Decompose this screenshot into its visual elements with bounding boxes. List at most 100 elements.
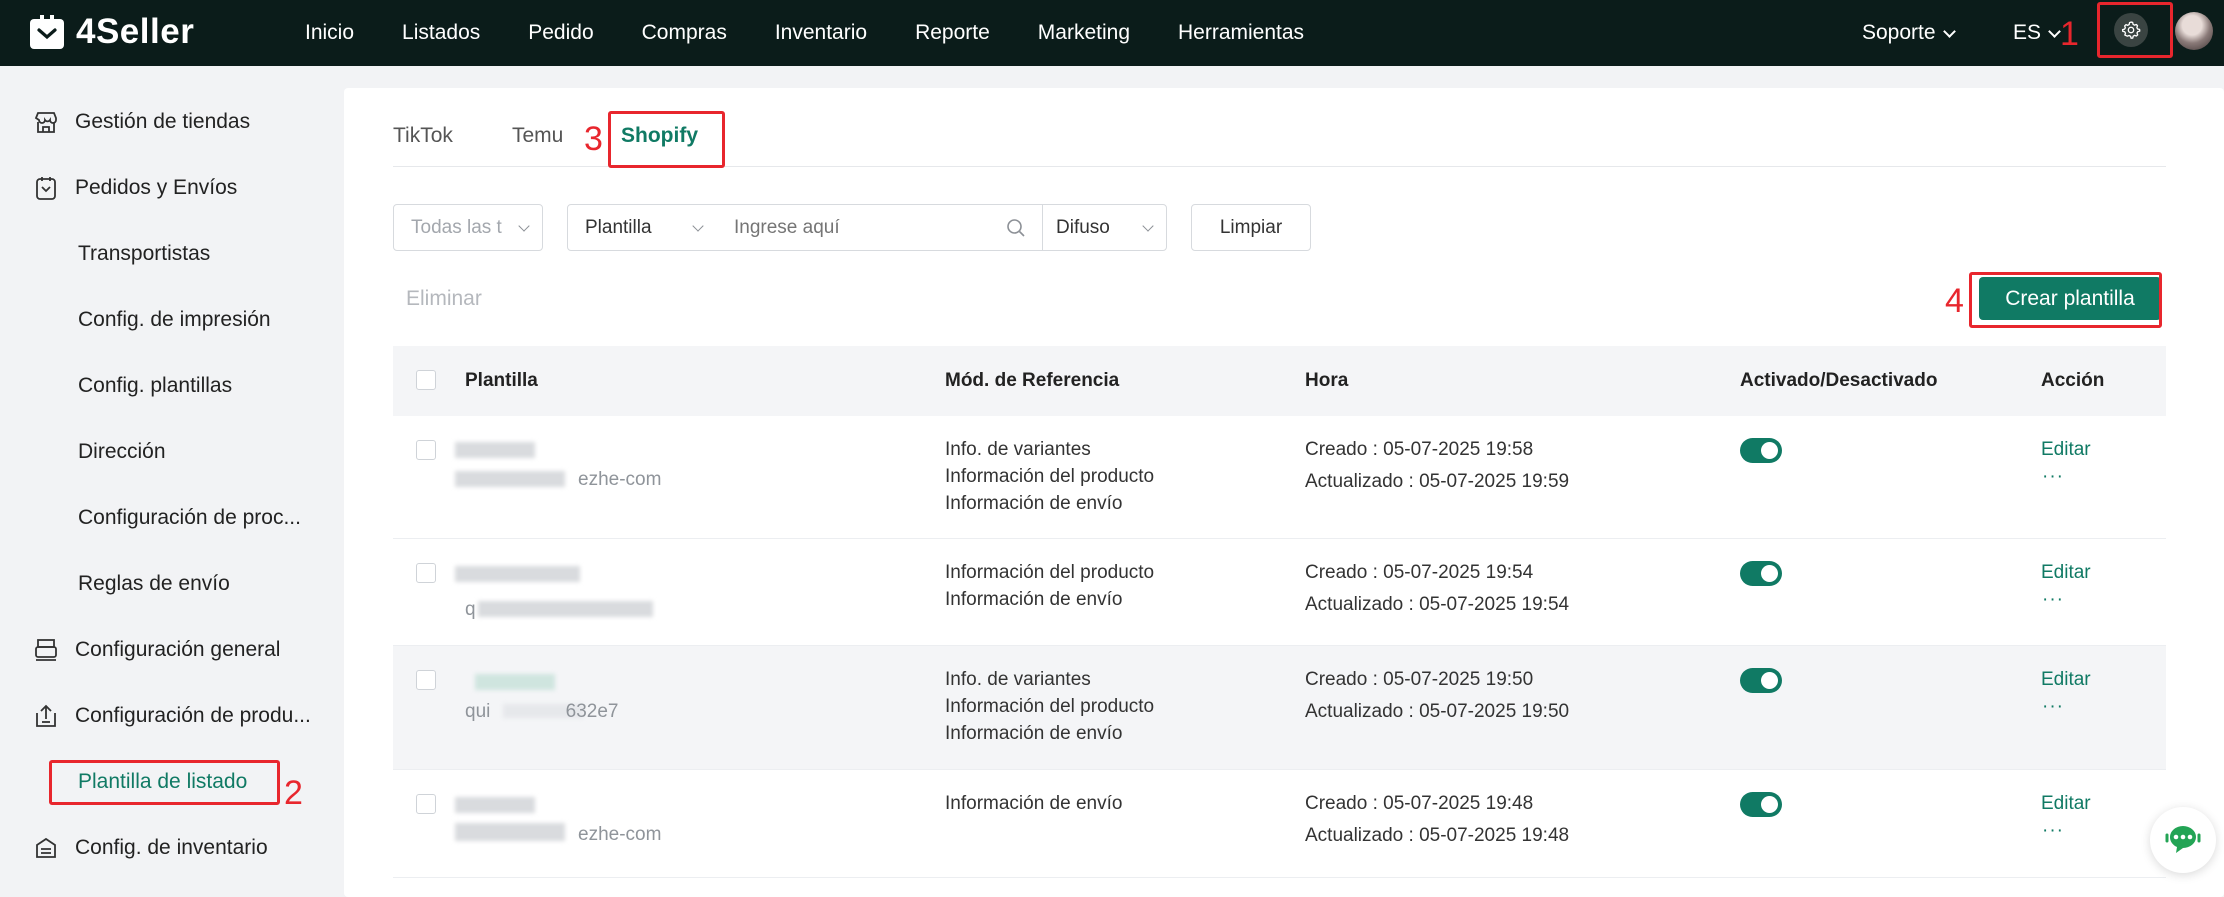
edit-link[interactable]: Editar (2041, 439, 2091, 461)
row-checkbox[interactable] (416, 440, 436, 460)
chevron-down-icon (1942, 24, 1956, 38)
sidebar-item-config-inventario[interactable]: Config. de inventario (0, 828, 268, 868)
search-box (716, 204, 1043, 251)
column-header-time: Hora (1305, 370, 1349, 391)
sidebar-item-label: Plantilla de listado (78, 770, 248, 793)
enabled-toggle[interactable] (1740, 561, 1782, 586)
more-actions-button[interactable]: ··· (2042, 820, 2064, 842)
sidebar-item-config-impresion[interactable]: Config. de impresión (0, 300, 271, 340)
sidebar-item-label: Transportistas (78, 242, 211, 265)
enabled-toggle[interactable] (1740, 668, 1782, 693)
module-item: Información del producto (945, 562, 1155, 583)
search-icon[interactable] (1006, 218, 1026, 238)
module-item: Información de envío (945, 493, 1123, 514)
support-label: Soporte (1862, 21, 1936, 44)
nav-item-marketing[interactable]: Marketing (1038, 21, 1130, 45)
enabled-toggle[interactable] (1740, 438, 1782, 463)
settings-button[interactable] (2114, 13, 2148, 47)
annotation-number-4: 4 (1945, 282, 1964, 320)
sidebar-item-plantilla-listado[interactable]: Plantilla de listado (0, 762, 247, 802)
updated-time: Actualizado : 05-07-2025 19:59 (1305, 471, 1570, 492)
sidebar-item-label: Configuración general (75, 638, 281, 661)
clear-filters-button[interactable]: Limpiar (1191, 204, 1311, 251)
sidebar-item-config-general[interactable]: Configuración general (0, 630, 280, 670)
sidebar-item-config-plantillas[interactable]: Config. plantillas (0, 366, 232, 406)
nav-item-inventario[interactable]: Inventario (775, 21, 867, 45)
chat-support-button[interactable] (2150, 807, 2216, 873)
module-item: Info. de variantes (945, 669, 1091, 690)
nav-item-reporte[interactable]: Reporte (915, 21, 990, 45)
created-time: Creado : 05-07-2025 19:48 (1305, 793, 1534, 814)
store-icon (34, 112, 57, 133)
search-field-select[interactable]: Plantilla (567, 204, 717, 251)
sidebar-item-label: Gestión de tiendas (75, 110, 251, 133)
table-row: qui 632e7 Info. de variantes Información… (393, 646, 2166, 770)
enabled-toggle[interactable] (1740, 792, 1782, 817)
row-checkbox[interactable] (416, 670, 436, 690)
chevron-down-icon (518, 219, 530, 232)
language-menu[interactable]: ES (2013, 0, 2061, 66)
sidebar-item-gestion-tiendas[interactable]: Gestión de tiendas (0, 102, 250, 142)
chevron-down-icon (692, 219, 704, 232)
sidebar-item-label: Dirección (78, 440, 166, 463)
redacted-name (455, 471, 565, 487)
module-item: Información de envío (945, 723, 1123, 744)
support-menu[interactable]: Soporte (1862, 0, 1956, 66)
sidebar-item-label: Config. de impresión (78, 308, 271, 331)
column-header-modules: Mód. de Referencia (945, 370, 1120, 391)
store-select[interactable]: Todas las t (393, 204, 543, 251)
more-actions-button[interactable]: ··· (2042, 589, 2064, 611)
sidebar-item-pedidos-envios[interactable]: Pedidos y Envíos (0, 168, 237, 208)
created-time: Creado : 05-07-2025 19:54 (1305, 562, 1534, 583)
language-label: ES (2013, 21, 2042, 44)
select-all-checkbox[interactable] (416, 370, 436, 390)
chevron-down-icon (2048, 24, 2061, 38)
edit-link[interactable]: Editar (2041, 793, 2091, 815)
redacted-name (478, 601, 653, 617)
create-template-button[interactable]: Crear plantilla (1979, 277, 2161, 320)
redacted-name (475, 674, 555, 690)
sidebar-item-config-procesamiento[interactable]: Configuración de proc... (0, 498, 301, 538)
shopping-bag-logo-icon (30, 15, 64, 49)
brand-logo[interactable]: 4Seller (28, 12, 194, 52)
module-item: Información del producto (945, 696, 1155, 717)
sidebar-item-transportistas[interactable]: Transportistas (0, 234, 210, 274)
tab-temu[interactable]: Temu (512, 124, 563, 148)
brand-name: 4Seller (76, 12, 195, 51)
module-item: Info. de variantes (945, 439, 1091, 460)
template-name: qui 632e7 (465, 701, 619, 722)
redacted-name (455, 566, 580, 582)
sidebar-item-reglas-envio[interactable]: Reglas de envío (0, 564, 230, 604)
search-input[interactable] (734, 216, 1004, 239)
edit-link[interactable]: Editar (2041, 669, 2091, 691)
row-checkbox[interactable] (416, 563, 436, 583)
column-header-template: Plantilla (465, 370, 538, 391)
template-name: ezhe-com (578, 824, 662, 845)
chat-bubble-icon (2165, 826, 2201, 853)
row-checkbox[interactable] (416, 794, 436, 814)
sidebar-item-direccion[interactable]: Dirección (0, 432, 166, 472)
table-header: Plantilla Mód. de Referencia Hora Activa… (393, 346, 2166, 416)
template-name: ezhe-com (578, 469, 662, 490)
main-nav: Inicio Listados Pedido Compras Inventari… (305, 0, 1352, 66)
module-item: Información de envío (945, 589, 1123, 610)
user-avatar[interactable] (2175, 12, 2213, 50)
nav-item-compras[interactable]: Compras (642, 21, 727, 45)
created-time: Creado : 05-07-2025 19:50 (1305, 669, 1534, 690)
tab-tiktok[interactable]: TikTok (393, 124, 453, 148)
more-actions-button[interactable]: ··· (2042, 696, 2064, 718)
more-actions-button[interactable]: ··· (2042, 466, 2064, 488)
column-header-action: Acción (2041, 370, 2105, 391)
nav-item-pedido[interactable]: Pedido (528, 21, 593, 45)
nav-item-inicio[interactable]: Inicio (305, 21, 354, 45)
delete-button[interactable]: Eliminar (406, 287, 482, 311)
match-mode-select[interactable]: Difuso (1042, 204, 1167, 251)
module-item: Información del producto (945, 466, 1155, 487)
store-select-value: Todas las t (411, 216, 502, 238)
tab-shopify[interactable]: Shopify (621, 124, 698, 148)
sidebar-item-config-productos[interactable]: Configuración de produ... (0, 696, 311, 736)
nav-item-listados[interactable]: Listados (402, 21, 480, 45)
edit-link[interactable]: Editar (2041, 562, 2091, 584)
nav-item-herramientas[interactable]: Herramientas (1178, 21, 1304, 45)
table-row: q Información del producto Información d… (393, 539, 2166, 646)
